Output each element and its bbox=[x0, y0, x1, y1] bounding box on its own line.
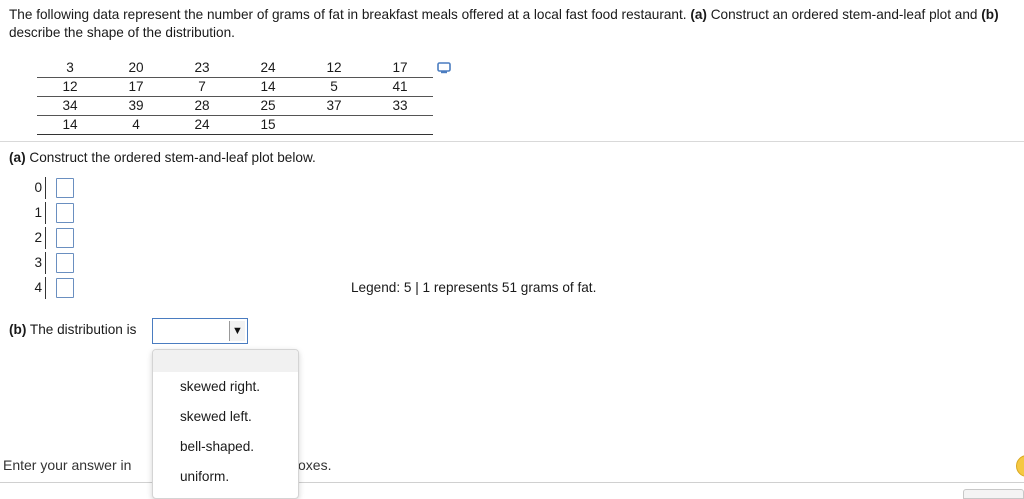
part-a-prompt: (a) Construct the ordered stem-and-leaf … bbox=[9, 150, 316, 165]
option-skewed-right[interactable]: skewed right. bbox=[153, 372, 298, 402]
part-a-text: Construct the ordered stem-and-leaf plot… bbox=[29, 150, 316, 165]
data-cell: 37 bbox=[301, 96, 367, 116]
leaf-input-1[interactable] bbox=[56, 203, 74, 223]
stem-leaf-legend: Legend: 5 | 1 represents 51 grams of fat… bbox=[351, 280, 597, 295]
stem-label: 3 bbox=[30, 252, 46, 274]
question-text: The following data represent the number … bbox=[9, 6, 1019, 42]
data-cell: 17 bbox=[367, 58, 433, 78]
data-cell: 3 bbox=[37, 58, 103, 78]
stem-label: 0 bbox=[30, 177, 46, 199]
data-row: 12 17 7 14 5 41 bbox=[37, 77, 433, 97]
dropdown-arrow-icon[interactable]: ▼ bbox=[229, 321, 245, 341]
footer-instruction-tail: oxes. bbox=[298, 457, 332, 473]
data-row: 14 4 24 15 bbox=[37, 115, 433, 135]
data-cell: 23 bbox=[169, 58, 235, 78]
leaf-input-3[interactable] bbox=[56, 253, 74, 273]
corner-button[interactable] bbox=[963, 489, 1024, 499]
data-cell: 14 bbox=[235, 77, 301, 97]
question-part-b-text: describe the shape of the distribution. bbox=[9, 25, 235, 40]
data-cell: 28 bbox=[169, 96, 235, 116]
data-cell: 41 bbox=[367, 77, 433, 97]
question-part-a-text: Construct an ordered stem-and-leaf plot bbox=[710, 7, 952, 22]
data-row: 3 20 23 24 12 17 bbox=[37, 58, 433, 78]
data-cell: 25 bbox=[235, 96, 301, 116]
leaf-input-0[interactable] bbox=[56, 178, 74, 198]
stem-row-0: 0 bbox=[30, 177, 74, 199]
data-cell: 5 bbox=[301, 77, 367, 97]
question-and: and bbox=[954, 7, 978, 22]
option-uniform[interactable]: uniform. bbox=[153, 462, 298, 492]
data-cell: 7 bbox=[169, 77, 235, 97]
option-bell-shaped[interactable]: bell-shaped. bbox=[153, 432, 298, 462]
question-part-a-tag: (a) bbox=[690, 7, 707, 22]
part-b-prompt: (b) The distribution is bbox=[9, 322, 136, 337]
dropdown-blank-option[interactable] bbox=[153, 350, 298, 372]
stem-label: 4 bbox=[30, 277, 46, 299]
stem-label: 2 bbox=[30, 227, 46, 249]
stem-label: 1 bbox=[30, 202, 46, 224]
data-cell: 39 bbox=[103, 96, 169, 116]
data-cell: 24 bbox=[169, 115, 235, 135]
data-cell: 15 bbox=[235, 115, 301, 135]
data-cell bbox=[367, 115, 433, 135]
part-b-tag: (b) bbox=[9, 322, 27, 337]
stem-row-3: 3 bbox=[30, 252, 74, 274]
help-icon[interactable] bbox=[1016, 455, 1024, 477]
leaf-input-4[interactable] bbox=[56, 278, 74, 298]
stem-row-1: 1 bbox=[30, 202, 74, 224]
copy-data-icon[interactable] bbox=[437, 62, 451, 74]
data-cell: 17 bbox=[103, 77, 169, 97]
section-divider bbox=[0, 141, 1024, 142]
data-cell: 20 bbox=[103, 58, 169, 78]
distribution-dropdown-menu: skewed right. skewed left. bell-shaped. … bbox=[152, 349, 299, 499]
data-table: 3 20 23 24 12 17 12 17 7 14 5 41 34 39 2… bbox=[37, 58, 433, 135]
footer-instruction: Enter your answer in bbox=[3, 457, 132, 473]
data-cell: 4 bbox=[103, 115, 169, 135]
data-row: 34 39 28 25 37 33 bbox=[37, 96, 433, 116]
stem-row-4: 4 bbox=[30, 277, 74, 299]
leaf-input-2[interactable] bbox=[56, 228, 74, 248]
question-intro: The following data represent the number … bbox=[9, 7, 687, 22]
part-a-tag: (a) bbox=[9, 150, 26, 165]
distribution-select[interactable]: ▼ bbox=[152, 318, 248, 344]
data-cell: 12 bbox=[37, 77, 103, 97]
option-skewed-left[interactable]: skewed left. bbox=[153, 402, 298, 432]
question-part-b-tag: (b) bbox=[981, 7, 999, 22]
data-cell: 34 bbox=[37, 96, 103, 116]
data-cell: 12 bbox=[301, 58, 367, 78]
data-cell bbox=[301, 115, 367, 135]
data-cell: 24 bbox=[235, 58, 301, 78]
data-cell: 33 bbox=[367, 96, 433, 116]
data-cell: 14 bbox=[37, 115, 103, 135]
part-b-text: The distribution is bbox=[29, 322, 137, 337]
stem-row-2: 2 bbox=[30, 227, 74, 249]
